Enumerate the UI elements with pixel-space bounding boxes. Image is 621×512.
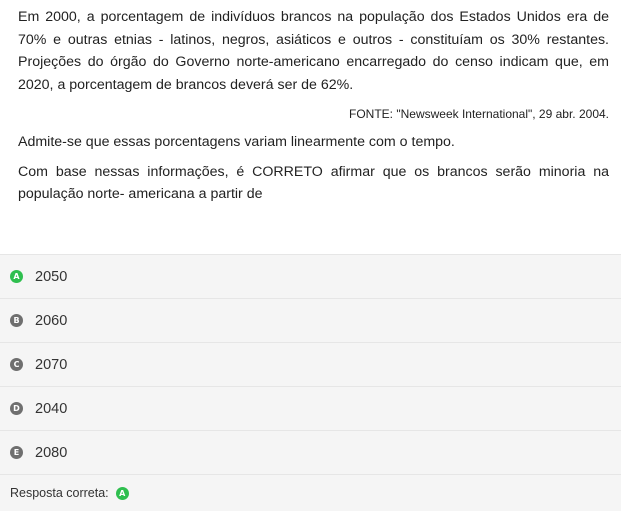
option-text: 2070 [35, 356, 68, 373]
option-e[interactable]: E 2080 [0, 431, 621, 475]
option-letter-badge: C [10, 358, 23, 371]
option-letter-badge: E [10, 446, 23, 459]
option-c[interactable]: C 2070 [0, 343, 621, 387]
option-text: 2050 [35, 268, 68, 285]
option-letter-badge: A [10, 270, 23, 283]
answer-options: A 2050 B 2060 C 2070 D 2040 E 2080 Respo… [0, 254, 621, 511]
option-d[interactable]: D 2040 [0, 387, 621, 431]
option-letter-badge: B [10, 314, 23, 327]
question-text-area: Em 2000, a porcentagem de indivíduos bra… [0, 0, 621, 247]
correct-answer-badge: A [115, 486, 129, 500]
correct-answer-label: Resposta correta: [10, 486, 109, 500]
option-text: 2040 [35, 400, 68, 417]
source-citation: FONTE: "Newsweek International", 29 abr.… [349, 107, 609, 121]
option-b[interactable]: B 2060 [0, 299, 621, 343]
question-paragraph-1: Em 2000, a porcentagem de indivíduos bra… [18, 9, 609, 93]
question-paragraph-2: Admite-se que essas porcentagens variam … [18, 134, 455, 150]
question-paragraph-3: Com base nessas informações, é CORRETO a… [18, 163, 609, 203]
option-text: 2080 [35, 444, 68, 461]
option-text: 2060 [35, 312, 68, 329]
option-letter-badge: D [10, 402, 23, 415]
option-a[interactable]: A 2050 [0, 255, 621, 299]
correct-answer-row: Resposta correta: A [0, 475, 621, 511]
